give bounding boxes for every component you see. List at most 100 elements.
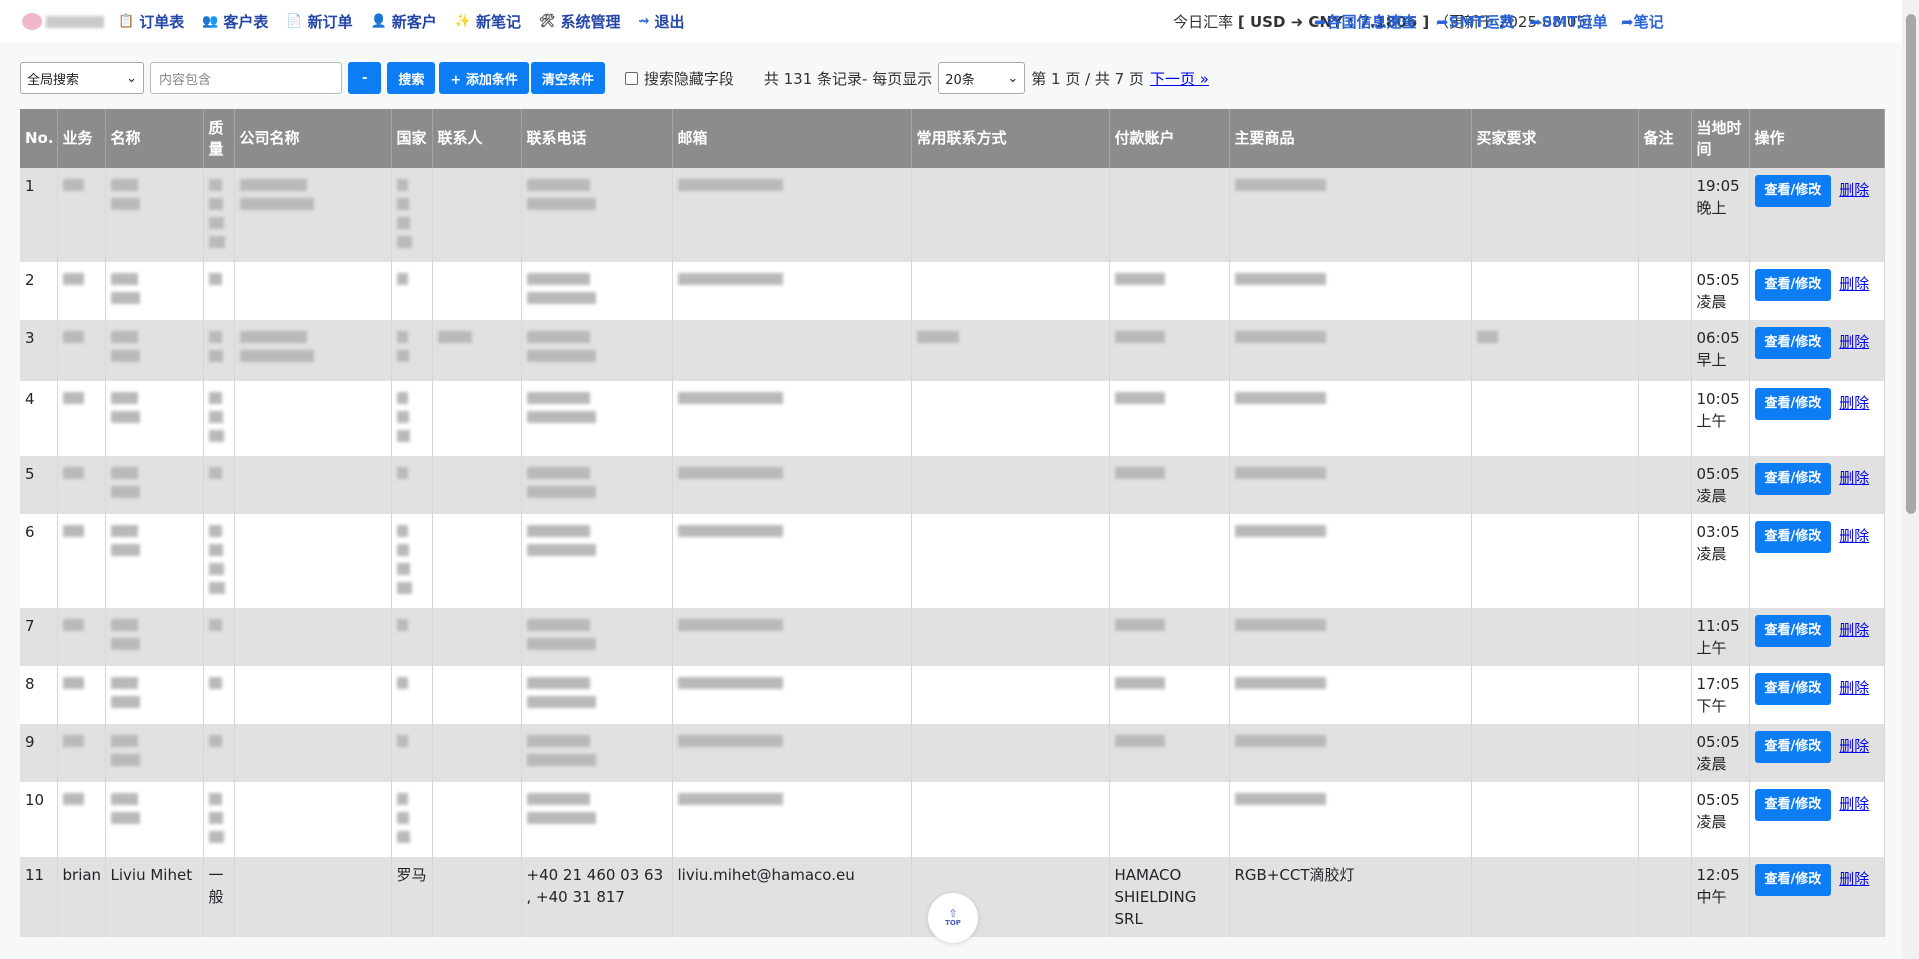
cell-col-1	[57, 456, 106, 514]
notes-link[interactable]: ➦笔记	[1621, 11, 1664, 32]
redacted-text	[1234, 525, 1326, 537]
delete-link[interactable]: 删除	[1839, 793, 1869, 815]
local-time-period: 晚上	[1696, 199, 1727, 217]
redacted-text	[526, 292, 596, 304]
back-to-top-button[interactable]: ⇧ TOP	[928, 893, 978, 943]
column-header-11: 主要商品	[1229, 109, 1472, 168]
redacted-text	[1114, 273, 1165, 285]
view-edit-button[interactable]: 查看/修改	[1754, 673, 1832, 705]
redacted-text	[110, 350, 140, 362]
search-button[interactable]: 搜索	[387, 62, 436, 94]
view-edit-button[interactable]: 查看/修改	[1754, 175, 1832, 207]
page-scrollbar[interactable]	[1902, 0, 1919, 959]
page-size-select[interactable]: 20条 ⌄	[938, 62, 1026, 94]
delete-link[interactable]: 删除	[1839, 467, 1869, 489]
salesperson: brian	[57, 857, 106, 937]
view-edit-button[interactable]: 查看/修改	[1754, 269, 1832, 301]
nav-item-5[interactable]: 🛠 系统管理	[539, 11, 621, 32]
user-avatar-icon[interactable]	[22, 13, 42, 30]
redacted-text	[62, 179, 84, 191]
delete-link[interactable]: 删除	[1839, 735, 1869, 757]
delete-link[interactable]: 删除	[1839, 525, 1869, 547]
cell-col-4	[234, 782, 392, 857]
redacted-text	[110, 411, 140, 423]
cell-col-6	[432, 666, 522, 724]
add-condition-button[interactable]: + 添加条件	[439, 62, 529, 94]
row-number: 2	[20, 262, 58, 320]
nav-item-label: 新订单	[307, 13, 353, 31]
cell-col-2	[105, 724, 204, 782]
cell-col-5	[391, 320, 433, 381]
cell-col-2	[105, 262, 204, 320]
cell-col-5	[391, 262, 433, 320]
cell-col-8	[672, 456, 912, 514]
hidden-fields-checkbox[interactable]	[624, 71, 638, 85]
redacted-text	[110, 179, 138, 191]
smt-waybill-link[interactable]: ➦SMT运单	[1529, 11, 1608, 32]
redacted-text	[208, 198, 223, 210]
redacted-text	[208, 831, 224, 843]
delete-link[interactable]: 删除	[1839, 179, 1869, 201]
redacted-text	[1234, 331, 1326, 343]
cell-col-12	[1471, 782, 1639, 857]
cell-col-11	[1229, 782, 1472, 857]
redacted-text	[208, 411, 223, 423]
cell-col-6	[432, 320, 522, 381]
view-edit-button[interactable]: 查看/修改	[1754, 615, 1832, 647]
cell-col-1	[57, 514, 106, 608]
redacted-text	[1476, 331, 1498, 343]
delete-link[interactable]: 删除	[1839, 392, 1869, 414]
redacted-text	[396, 236, 412, 248]
cell-col-13	[1638, 381, 1692, 456]
table-row: 10 05:05 凌晨 查看/修改 删除	[20, 782, 1885, 857]
nav-item-3[interactable]: 👤 新客户	[371, 11, 437, 32]
cell-col-11	[1229, 456, 1472, 514]
view-edit-button[interactable]: 查看/修改	[1754, 731, 1832, 763]
view-edit-button[interactable]: 查看/修改	[1754, 789, 1832, 821]
redacted-text	[396, 217, 410, 229]
view-edit-button[interactable]: 查看/修改	[1754, 388, 1832, 420]
delete-link[interactable]: 删除	[1839, 868, 1869, 890]
delete-link[interactable]: 删除	[1839, 273, 1869, 295]
country-info-link[interactable]: ➦各国信息速查	[1314, 11, 1417, 32]
delete-link[interactable]: 删除	[1839, 331, 1869, 353]
redacted-text	[526, 525, 590, 537]
nav-item-2[interactable]: 📄 新订单	[286, 11, 352, 32]
redacted-text	[526, 812, 596, 824]
view-edit-button[interactable]: 查看/修改	[1754, 463, 1832, 495]
remove-condition-button[interactable]: -	[348, 62, 382, 94]
cell-col-4	[234, 608, 392, 666]
search-scope-select[interactable]: 全局搜索 ⌄	[20, 62, 144, 94]
redacted-text	[526, 198, 596, 210]
delete-link[interactable]: 删除	[1839, 677, 1869, 699]
local-time-value: 11:05	[1696, 617, 1740, 635]
view-edit-button[interactable]: 查看/修改	[1754, 521, 1832, 553]
nav-item-1[interactable]: 👥 客户表	[202, 11, 268, 32]
local-time-value: 19:05	[1696, 177, 1740, 195]
redacted-text	[208, 331, 222, 343]
nav-item-0[interactable]: 📋 订单表	[118, 11, 184, 32]
hidden-fields-label: 搜索隐藏字段	[643, 69, 734, 88]
redacted-text	[208, 544, 223, 556]
column-header-3: 质量	[203, 109, 235, 168]
next-page-link[interactable]: 下一页 »	[1150, 68, 1209, 89]
smt-shipping-fee-link[interactable]: ➦SMT运费	[1436, 11, 1515, 32]
nav-item-4[interactable]: ✨ 新笔记	[455, 11, 521, 32]
redacted-text	[62, 392, 84, 404]
view-edit-button[interactable]: 查看/修改	[1754, 327, 1832, 359]
nav-item-6[interactable]: ⇝ 退出	[639, 11, 685, 32]
cell-col-4	[234, 666, 392, 724]
scrollbar-thumb[interactable]	[1906, 14, 1916, 514]
cell-col-7	[521, 514, 673, 608]
redacted-text	[916, 331, 959, 343]
redacted-text	[208, 793, 222, 805]
view-edit-button[interactable]: 查看/修改	[1754, 864, 1832, 896]
redacted-text	[110, 525, 138, 537]
search-input[interactable]: 内容包含	[150, 62, 342, 94]
redacted-text	[239, 179, 307, 191]
cell-col-6	[432, 608, 522, 666]
cell-col-2	[105, 381, 204, 456]
redacted-text	[396, 831, 410, 843]
clear-conditions-button[interactable]: 清空条件	[530, 62, 605, 94]
delete-link[interactable]: 删除	[1839, 619, 1869, 641]
